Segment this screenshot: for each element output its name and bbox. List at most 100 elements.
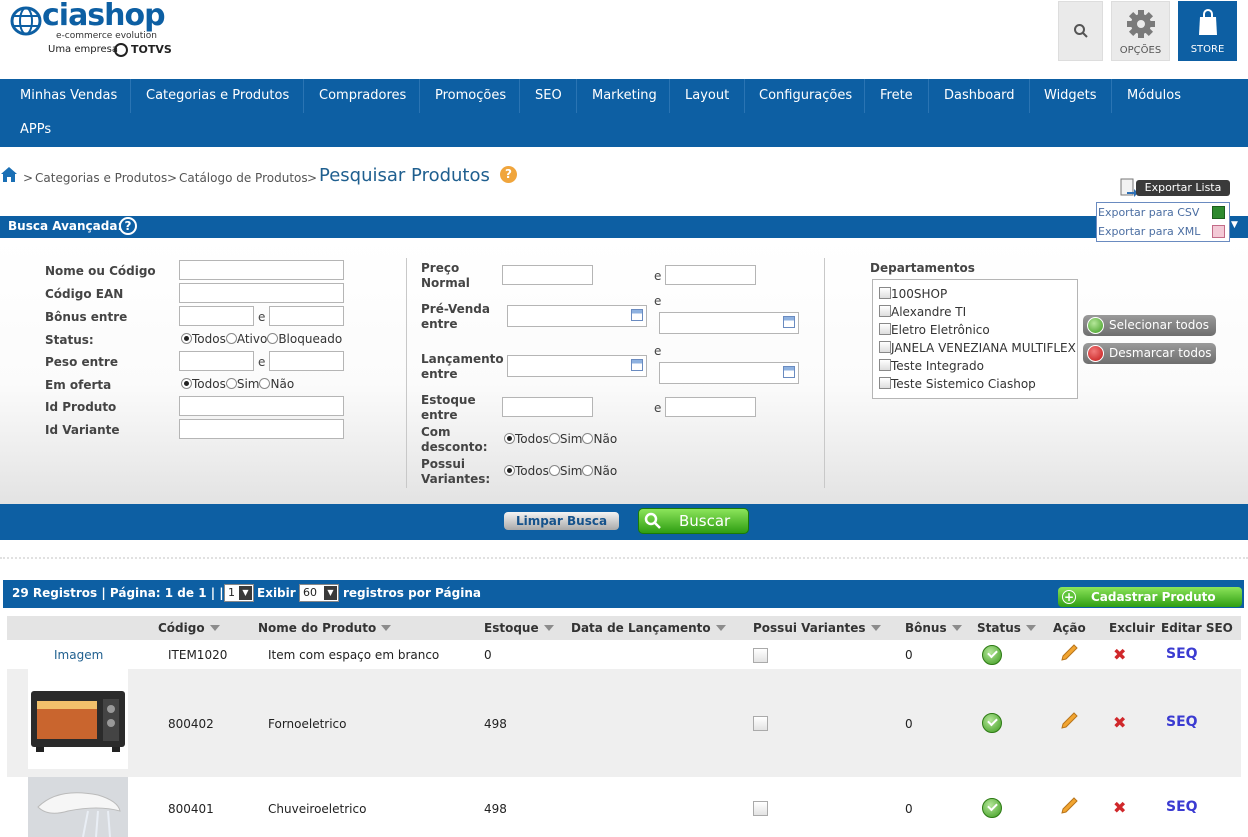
stock-min-input[interactable] (502, 397, 593, 417)
delete-icon[interactable]: ✖ (1113, 715, 1126, 731)
bonus-min-input[interactable] (179, 306, 254, 326)
deselect-all-button[interactable]: Desmarcar todos (1083, 343, 1216, 364)
breadcrumb-catalogo[interactable]: Catálogo de Produtos (179, 171, 308, 185)
export-csv-option[interactable]: Exportar para CSV (1098, 206, 1199, 219)
calendar-icon[interactable] (783, 366, 795, 378)
price-max-input[interactable] (665, 265, 756, 285)
product-id-input[interactable] (179, 396, 344, 416)
breadcrumb-categorias[interactable]: Categorias e Produtos (35, 171, 167, 185)
delete-icon[interactable]: ✖ (1113, 800, 1126, 816)
name-code-input[interactable] (179, 260, 344, 280)
column-header-status[interactable]: Status (977, 621, 1036, 635)
weight-min-input[interactable] (179, 351, 254, 371)
search-submit-button[interactable]: Buscar (638, 508, 749, 534)
column-header-nome[interactable]: Nome do Produto (258, 621, 392, 635)
price-min-input[interactable] (502, 265, 593, 285)
nav-item-modulos[interactable]: Módulos (1117, 79, 1197, 113)
nav-item-frete[interactable]: Frete (870, 79, 929, 113)
nav-item-promocoes[interactable]: Promoções (425, 79, 520, 113)
presale-end-date[interactable] (659, 312, 799, 334)
variants-nao-radio[interactable] (582, 465, 594, 476)
column-header-lancamento[interactable]: Data de Lançamento (571, 621, 726, 635)
clear-search-button[interactable]: Limpar Busca (504, 512, 619, 530)
column-header-estoque[interactable]: Estoque (484, 621, 554, 635)
department-item[interactable]: Teste Sistemico Ciashop (879, 377, 1036, 391)
column-header-variantes[interactable]: Possui Variantes (753, 621, 881, 635)
nav-item-dashboard[interactable]: Dashboard (934, 79, 1030, 113)
discount-sim-radio[interactable] (548, 433, 560, 444)
bonus-max-input[interactable] (269, 306, 344, 326)
product-image-oven[interactable] (28, 669, 128, 769)
discount-nao-radio[interactable] (582, 433, 594, 444)
edit-pencil-icon[interactable] (1060, 709, 1080, 729)
nav-item-minhas-vendas[interactable]: Minhas Vendas (10, 79, 131, 113)
image-link[interactable]: Imagem (54, 648, 103, 662)
export-xml-option[interactable]: Exportar para XML (1098, 225, 1200, 238)
export-list-button[interactable]: Exportar Lista (1118, 178, 1230, 198)
per-page-select[interactable]: 60 ▼ (299, 584, 339, 602)
edit-seo-icon[interactable]: SEQ (1166, 799, 1198, 815)
nav-item-layout[interactable]: Layout (675, 79, 745, 113)
nav-item-apps[interactable]: APPs (10, 113, 70, 147)
department-item[interactable]: Eletro Eletrônico (879, 323, 990, 337)
department-checkbox[interactable] (879, 287, 891, 299)
department-item[interactable]: 100SHOP (879, 287, 947, 301)
options-button[interactable]: OPÇÕES (1111, 1, 1170, 61)
nav-item-configuracoes[interactable]: Configurações (749, 79, 865, 113)
department-checkbox[interactable] (879, 323, 891, 335)
edit-seo-icon[interactable]: SEQ (1166, 714, 1198, 730)
department-item[interactable]: Teste Integrado (879, 359, 984, 373)
create-product-button[interactable]: + Cadastrar Produto (1058, 587, 1242, 607)
status-active-icon[interactable] (982, 798, 1002, 818)
breadcrumb-separator: > (307, 171, 318, 185)
department-item[interactable]: JANELA VENEZIANA MULTIFLEX (879, 341, 1076, 355)
nav-item-marketing[interactable]: Marketing (582, 79, 670, 113)
status-bloqueado-radio[interactable] (267, 333, 279, 344)
presale-start-date[interactable] (507, 305, 647, 327)
ean-input[interactable] (179, 283, 344, 303)
select-all-button[interactable]: Selecionar todos (1083, 315, 1216, 336)
edit-pencil-icon[interactable] (1060, 641, 1080, 661)
edit-seo-icon[interactable]: SEQ (1166, 646, 1198, 662)
offer-sim-radio[interactable] (225, 378, 237, 389)
calendar-icon[interactable] (631, 359, 643, 371)
variant-id-input[interactable] (179, 419, 344, 439)
help-icon[interactable]: ? (500, 166, 517, 183)
help-icon[interactable]: ? (119, 217, 137, 235)
discount-todos-radio[interactable] (504, 433, 515, 444)
launch-start-date[interactable] (507, 355, 647, 377)
calendar-icon[interactable] (783, 316, 795, 328)
calendar-icon[interactable] (631, 309, 643, 321)
department-checkbox[interactable] (879, 305, 891, 317)
launch-end-date[interactable] (659, 362, 799, 384)
department-checkbox[interactable] (879, 359, 891, 371)
edit-pencil-icon[interactable] (1060, 794, 1080, 814)
department-checkbox[interactable] (879, 377, 891, 389)
variants-sim-radio[interactable] (548, 465, 560, 476)
collapse-arrow-icon[interactable]: ▼ (1231, 220, 1238, 230)
status-ativo-radio[interactable] (225, 333, 237, 344)
stock-max-input[interactable] (665, 397, 756, 417)
department-item[interactable]: Alexandre TI (879, 305, 966, 319)
ciashop-logo[interactable]: ciashop e-commerce evolution Uma empresa… (10, 0, 172, 60)
nav-item-seo[interactable]: SEO (525, 79, 577, 113)
search-button[interactable] (1058, 1, 1103, 61)
department-checkbox[interactable] (879, 341, 891, 353)
store-button[interactable]: STORE (1178, 1, 1237, 61)
offer-todos-radio[interactable] (181, 378, 192, 389)
column-header-bonus[interactable]: Bônus (905, 621, 962, 635)
product-image-shower[interactable] (28, 777, 128, 837)
nav-item-widgets[interactable]: Widgets (1034, 79, 1112, 113)
nav-item-compradores[interactable]: Compradores (309, 79, 420, 113)
weight-max-input[interactable] (269, 351, 344, 371)
delete-icon[interactable]: ✖ (1113, 647, 1126, 663)
page-select[interactable]: 1 ▼ (224, 584, 254, 602)
offer-nao-radio[interactable] (259, 378, 271, 389)
variants-todos-radio[interactable] (504, 465, 515, 476)
status-active-icon[interactable] (982, 713, 1002, 733)
status-todos-radio[interactable] (181, 333, 192, 344)
home-icon[interactable] (0, 165, 18, 183)
status-active-icon[interactable] (982, 645, 1002, 665)
nav-item-categorias-produtos[interactable]: Categorias e Produtos (136, 79, 304, 113)
column-header-codigo[interactable]: Código (158, 621, 220, 635)
